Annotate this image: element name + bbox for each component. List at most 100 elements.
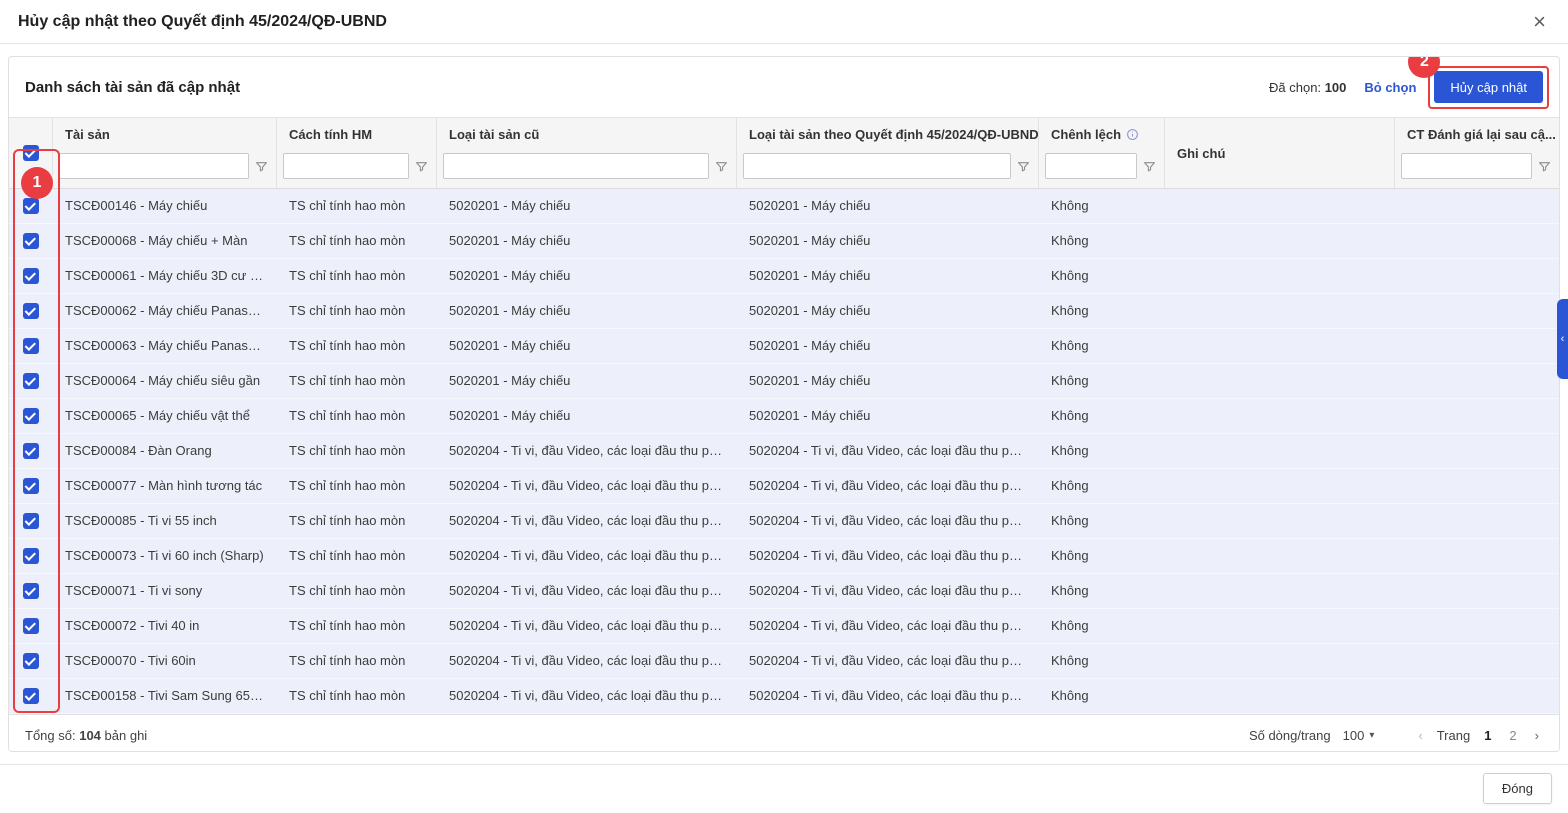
- row-checkbox-cell: [9, 574, 53, 608]
- row-checkbox-cell: [9, 294, 53, 328]
- cell-diff: Không: [1039, 294, 1165, 328]
- filter-funnel-icon[interactable]: [715, 160, 728, 173]
- filter-input-tai-san[interactable]: [59, 153, 249, 179]
- side-panel-toggle[interactable]: ‹: [1557, 299, 1568, 379]
- row-checkbox[interactable]: [23, 233, 39, 249]
- table-row[interactable]: TSCĐ00065 - Máy chiếu vật thểTS chỉ tính…: [9, 399, 1559, 434]
- cell-asset: TSCĐ00063 - Máy chiếu Panasonic: [53, 329, 277, 363]
- page-number-2[interactable]: 2: [1505, 728, 1520, 743]
- table-row[interactable]: TSCĐ00085 - Ti vi 55 inchTS chỉ tính hao…: [9, 504, 1559, 539]
- column-header-ct-danh-gia: CT Đánh giá lại sau cậ...: [1395, 118, 1559, 188]
- cell-note: [1165, 644, 1395, 678]
- table-row[interactable]: TSCĐ00084 - Đàn OrangTS chỉ tính hao mòn…: [9, 434, 1559, 469]
- table-row[interactable]: TSCĐ00073 - Ti vi 60 inch (Sharp)TS chỉ …: [9, 539, 1559, 574]
- cell-old_type: 5020204 - Ti vi, đầu Video, các loại đầu…: [437, 644, 737, 678]
- filter-input-loai-tai-san-moi[interactable]: [743, 153, 1011, 179]
- cell-ct: [1395, 224, 1559, 258]
- page-number-1[interactable]: 1: [1480, 728, 1495, 743]
- row-checkbox[interactable]: [23, 303, 39, 319]
- row-checkbox[interactable]: [23, 478, 39, 494]
- info-icon[interactable]: [1126, 128, 1139, 141]
- table-row[interactable]: TSCĐ00070 - Tivi 60inTS chỉ tính hao mòn…: [9, 644, 1559, 679]
- filter-input-ct-danh-gia[interactable]: [1401, 153, 1532, 179]
- total-records-text: Tổng số: 104 bản ghi: [25, 728, 147, 743]
- cell-asset: TSCĐ00084 - Đàn Orang: [53, 434, 277, 468]
- cell-diff: Không: [1039, 189, 1165, 223]
- row-checkbox[interactable]: [23, 268, 39, 284]
- table-row[interactable]: TSCĐ00062 - Máy chiếu PanasonicTS chỉ tí…: [9, 294, 1559, 329]
- row-checkbox[interactable]: [23, 548, 39, 564]
- table-row[interactable]: TSCĐ00061 - Máy chiếu 3D cư ly gầ...TS c…: [9, 259, 1559, 294]
- cell-new_type: 5020201 - Máy chiếu: [737, 259, 1039, 293]
- cell-method: TS chỉ tính hao mòn: [277, 574, 437, 608]
- cell-note: [1165, 364, 1395, 398]
- filter-funnel-icon[interactable]: [1143, 160, 1156, 173]
- filter-funnel-icon[interactable]: [255, 160, 268, 173]
- rows-per-page-select[interactable]: 100 ▾: [1341, 725, 1377, 746]
- row-checkbox[interactable]: [23, 688, 39, 704]
- cell-old_type: 5020204 - Ti vi, đầu Video, các loại đầu…: [437, 504, 737, 538]
- select-all-checkbox[interactable]: [23, 145, 39, 161]
- row-checkbox[interactable]: [23, 373, 39, 389]
- header-checkbox-cell: [9, 118, 53, 188]
- row-checkbox[interactable]: [23, 443, 39, 459]
- cell-new_type: 5020204 - Ti vi, đầu Video, các loại đầu…: [737, 574, 1039, 608]
- table-row[interactable]: TSCĐ00146 - Máy chiếuTS chỉ tính hao mòn…: [9, 189, 1559, 224]
- filter-funnel-icon[interactable]: [415, 160, 428, 173]
- cell-new_type: 5020204 - Ti vi, đầu Video, các loại đầu…: [737, 644, 1039, 678]
- cancel-update-button[interactable]: Hủy cập nhật: [1434, 71, 1543, 103]
- column-header-loai-tai-san-cu: Loại tài sản cũ: [437, 118, 737, 188]
- filter-input-cach-tinh-hm[interactable]: [283, 153, 409, 179]
- table-row[interactable]: TSCĐ00063 - Máy chiếu PanasonicTS chỉ tí…: [9, 329, 1559, 364]
- cell-diff: Không: [1039, 679, 1165, 713]
- cell-note: [1165, 609, 1395, 643]
- cell-old_type: 5020201 - Máy chiếu: [437, 224, 737, 258]
- row-checkbox[interactable]: [23, 198, 39, 214]
- pagination-prev-icon[interactable]: ‹: [1414, 728, 1426, 743]
- cell-old_type: 5020204 - Ti vi, đầu Video, các loại đầu…: [437, 469, 737, 503]
- table-row[interactable]: TSCĐ00068 - Máy chiếu + MànTS chỉ tính h…: [9, 224, 1559, 259]
- row-checkbox[interactable]: [23, 338, 39, 354]
- table-row[interactable]: TSCĐ00072 - Tivi 40 inTS chỉ tính hao mò…: [9, 609, 1559, 644]
- cell-diff: Không: [1039, 504, 1165, 538]
- table-row[interactable]: TSCĐ00064 - Máy chiếu siêu gầnTS chỉ tín…: [9, 364, 1559, 399]
- row-checkbox[interactable]: [23, 583, 39, 599]
- cell-asset: TSCĐ00085 - Ti vi 55 inch: [53, 504, 277, 538]
- cell-ct: [1395, 399, 1559, 433]
- table-row[interactable]: TSCĐ00158 - Tivi Sam Sung 65 inch...TS c…: [9, 679, 1559, 714]
- cell-method: TS chỉ tính hao mòn: [277, 259, 437, 293]
- cell-asset: TSCĐ00070 - Tivi 60in: [53, 644, 277, 678]
- cell-method: TS chỉ tính hao mòn: [277, 224, 437, 258]
- cell-asset: TSCĐ00072 - Tivi 40 in: [53, 609, 277, 643]
- cell-note: [1165, 224, 1395, 258]
- cell-old_type: 5020201 - Máy chiếu: [437, 399, 737, 433]
- cell-note: [1165, 679, 1395, 713]
- row-checkbox[interactable]: [23, 513, 39, 529]
- cell-new_type: 5020201 - Máy chiếu: [737, 294, 1039, 328]
- row-checkbox[interactable]: [23, 653, 39, 669]
- row-checkbox-cell: [9, 539, 53, 573]
- cell-ct: [1395, 644, 1559, 678]
- filter-input-chenh-lech[interactable]: [1045, 153, 1137, 179]
- cell-asset: TSCĐ00146 - Máy chiếu: [53, 189, 277, 223]
- filter-funnel-icon[interactable]: [1538, 160, 1551, 173]
- deselect-link[interactable]: Bỏ chọn: [1364, 80, 1416, 95]
- cell-note: [1165, 259, 1395, 293]
- row-checkbox[interactable]: [23, 408, 39, 424]
- cell-old_type: 5020204 - Ti vi, đầu Video, các loại đầu…: [437, 609, 737, 643]
- caret-down-icon: ▾: [1369, 730, 1374, 741]
- table-row[interactable]: TSCĐ00071 - Ti vi sonyTS chỉ tính hao mò…: [9, 574, 1559, 609]
- row-checkbox-cell: [9, 434, 53, 468]
- dialog-header: Hủy cập nhật theo Quyết định 45/2024/QĐ-…: [0, 0, 1568, 44]
- filter-funnel-icon[interactable]: [1017, 160, 1030, 173]
- table-row[interactable]: TSCĐ00077 - Màn hình tương tácTS chỉ tín…: [9, 469, 1559, 504]
- filter-input-loai-tai-san-cu[interactable]: [443, 153, 709, 179]
- close-icon[interactable]: ×: [1529, 9, 1550, 35]
- close-dialog-button[interactable]: Đóng: [1483, 773, 1552, 804]
- total-records-count: 104: [79, 728, 101, 743]
- cell-old_type: 5020201 - Máy chiếu: [437, 364, 737, 398]
- pagination-next-icon[interactable]: ›: [1531, 728, 1543, 743]
- cell-ct: [1395, 539, 1559, 573]
- row-checkbox-cell: [9, 224, 53, 258]
- row-checkbox[interactable]: [23, 618, 39, 634]
